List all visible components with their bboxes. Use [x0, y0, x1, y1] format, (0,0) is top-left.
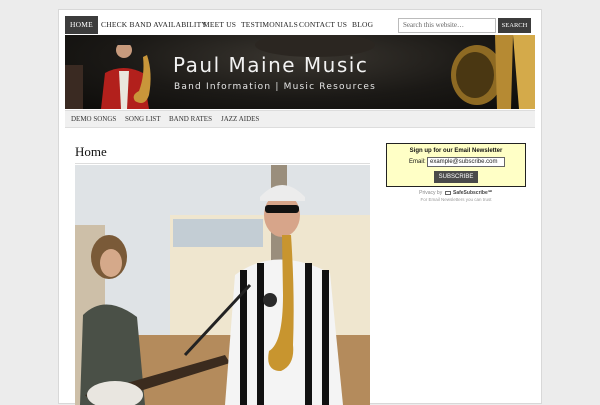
banner-saxophone-keys — [513, 35, 535, 109]
safesubscribe-icon — [444, 190, 451, 195]
site-tagline: Band Information | Music Resources — [174, 82, 377, 92]
search-input[interactable]: Search this website… — [398, 18, 496, 33]
nav-item-blog[interactable]: BLOG — [352, 16, 373, 34]
nav-item-meet-us[interactable]: MEET US — [203, 16, 236, 34]
photo-guitarist-face — [100, 249, 122, 277]
privacy-prefix: Privacy by — [419, 190, 443, 196]
newsletter-signup-box: Sign up for our Email Newsletter Email: … — [386, 143, 526, 187]
email-field[interactable]: example@subscribe.com — [427, 157, 505, 167]
secondary-nav: DEMO SONGS SONG LIST BAND RATES JAZZ AID… — [65, 110, 535, 128]
photo-sax-player-sunglasses — [265, 205, 299, 213]
subnav-item-jazz-aides[interactable]: JAZZ AIDES — [221, 111, 259, 128]
privacy-brand[interactable]: SafeSubscribe℠ — [453, 190, 493, 196]
newsletter-trust-note: For Email Newsletters you can trust — [420, 197, 492, 202]
band-photo — [75, 165, 370, 405]
site-title: Paul Maine Music — [173, 53, 369, 77]
page-title: Home — [75, 144, 107, 159]
band-photo-image — [75, 165, 370, 405]
privacy-line: Privacy by SafeSubscribe℠ — [386, 190, 526, 196]
photo-microphone — [263, 293, 277, 307]
photo-window — [173, 219, 263, 247]
banner-saxophone-body — [495, 35, 513, 109]
page-wrapper: HOME CHECK BAND AVAILABILITY MEET US TES… — [58, 9, 542, 405]
nav-item-contact-us[interactable]: CONTACT US — [299, 16, 347, 34]
email-label: Email: — [409, 159, 426, 165]
subnav-item-demo-songs[interactable]: DEMO SONGS — [71, 111, 116, 128]
subscribe-button[interactable]: SUBSCRIBE — [434, 171, 478, 183]
nav-item-testimonials[interactable]: TESTIMONIALS — [241, 16, 298, 34]
subnav-item-song-list[interactable]: SONG LIST — [125, 111, 161, 128]
subnav-item-band-rates[interactable]: BAND RATES — [169, 111, 212, 128]
nav-item-check-band-availability[interactable]: CHECK BAND AVAILABILITY — [101, 16, 207, 34]
newsletter-heading: Sign up for our Email Newsletter — [409, 148, 503, 154]
search-button[interactable]: SEARCH — [498, 18, 531, 33]
header-banner[interactable]: Paul Maine Music Band Information | Musi… — [65, 35, 535, 109]
nav-item-home[interactable]: HOME — [65, 16, 98, 34]
title-divider — [75, 163, 370, 164]
banner-musician-shadow — [65, 65, 83, 109]
banner-saxophone-bell-inner — [456, 52, 494, 98]
banner-musician-hat — [116, 39, 132, 45]
